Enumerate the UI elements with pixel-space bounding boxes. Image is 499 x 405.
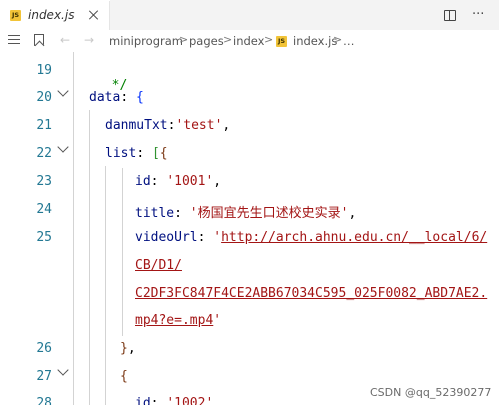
code-line-25: videoUrl: 'http://arch.ahnu.edu.cn/__loc… bbox=[135, 230, 487, 245]
bracket: } bbox=[120, 341, 128, 356]
breadcrumb-item-index-js[interactable]: index.js bbox=[293, 34, 337, 48]
code-line-21: danmuTxt:'test', bbox=[105, 118, 230, 133]
breadcrumb-separator: > bbox=[223, 33, 233, 46]
code-line-27: { bbox=[120, 369, 128, 384]
js-file-icon: JS bbox=[10, 10, 21, 21]
bookmark-icon[interactable] bbox=[34, 34, 44, 46]
code-line-26: }, bbox=[120, 341, 136, 356]
property-key: id bbox=[135, 396, 151, 405]
string-value: '1002' bbox=[166, 396, 214, 405]
line-number: 22 bbox=[36, 146, 52, 161]
property-key: list bbox=[105, 146, 137, 161]
colon: : bbox=[120, 90, 136, 105]
js-file-icon: JS bbox=[276, 36, 287, 47]
string-quote: ' bbox=[213, 313, 222, 328]
tab-index-js[interactable]: JS index.js bbox=[0, 0, 110, 30]
comma: , bbox=[222, 118, 231, 133]
line-number: 28 bbox=[36, 396, 52, 405]
colon: : bbox=[150, 174, 167, 189]
code-line-25-wrap: mp4?e=.mp4' bbox=[135, 313, 221, 328]
breadcrumb-item-miniprogram[interactable]: miniprogram bbox=[109, 34, 183, 48]
code-line-25-wrap: CB/D1/ bbox=[135, 258, 182, 273]
bracket: { bbox=[159, 146, 168, 161]
close-icon[interactable] bbox=[86, 7, 102, 23]
line-number: 27 bbox=[36, 369, 52, 384]
property-key: title bbox=[135, 206, 175, 221]
code-line-20: data: { bbox=[89, 90, 144, 105]
code-line-25-wrap: C2DF3FC847F4CE2ABB67034C595_025F0082_ABD… bbox=[135, 286, 487, 301]
colon: : bbox=[197, 230, 214, 245]
code-line-23: id: '1001', bbox=[135, 174, 221, 189]
comma: , bbox=[127, 341, 136, 356]
forward-arrow-icon[interactable]: → bbox=[84, 33, 94, 47]
line-number: 21 bbox=[36, 118, 52, 133]
code-line-22: list: [{ bbox=[105, 146, 168, 161]
property-key: danmuTxt bbox=[105, 118, 168, 133]
breadcrumb-item-more[interactable]: … bbox=[343, 34, 355, 48]
property-key: videoUrl bbox=[135, 230, 198, 245]
code-line-19: */ bbox=[96, 63, 128, 93]
code-line-24: title: '杨国宜先生口述校史实录', bbox=[135, 202, 356, 221]
indent-guide bbox=[89, 110, 90, 405]
line-number: 25 bbox=[36, 230, 52, 245]
breadcrumb-separator: > bbox=[333, 33, 343, 46]
url-link[interactable]: mp4?e=.mp4 bbox=[135, 313, 213, 328]
breadcrumb-item-index[interactable]: index bbox=[233, 34, 264, 48]
bracket: [ bbox=[151, 146, 160, 161]
breadcrumb-separator: > bbox=[179, 33, 189, 46]
line-number: 24 bbox=[36, 202, 52, 217]
property-key: id bbox=[135, 174, 151, 189]
line-number: 20 bbox=[36, 90, 52, 105]
colon: : bbox=[136, 146, 152, 161]
colon: : bbox=[174, 206, 190, 221]
comma: , bbox=[213, 174, 222, 189]
outline-list-icon[interactable] bbox=[8, 35, 20, 45]
string-value: '1001' bbox=[166, 174, 214, 189]
more-actions-icon[interactable]: ··· bbox=[472, 7, 484, 22]
code-editor[interactable] bbox=[0, 52, 499, 405]
split-editor-icon[interactable] bbox=[444, 10, 456, 21]
url-link[interactable]: CB/D1/ bbox=[135, 258, 182, 273]
bracket: { bbox=[135, 90, 144, 105]
indent-guide bbox=[73, 52, 74, 405]
indent-guide bbox=[105, 166, 106, 405]
string-value: 'test' bbox=[175, 118, 223, 133]
watermark: CSDN @qq_52390277 bbox=[370, 386, 492, 399]
url-link[interactable]: C2DF3FC847F4CE2ABB67034C595_025F0082_ABD… bbox=[135, 286, 487, 301]
indent-guide bbox=[122, 168, 123, 336]
string-quote: ' bbox=[213, 230, 222, 245]
tab-label: index.js bbox=[28, 8, 75, 22]
line-number: 23 bbox=[36, 174, 52, 189]
colon: : bbox=[150, 396, 167, 405]
property-key: data bbox=[89, 90, 121, 105]
url-link[interactable]: http://arch.ahnu.edu.cn/__local/6/ bbox=[221, 230, 487, 245]
comma: , bbox=[348, 206, 357, 221]
code-line-28: id: '1002' bbox=[135, 396, 213, 405]
bracket: { bbox=[120, 369, 128, 384]
string-value: '杨国宜先生口述校史实录' bbox=[189, 206, 349, 221]
line-number: 19 bbox=[36, 63, 52, 78]
back-arrow-icon[interactable]: ← bbox=[60, 33, 70, 47]
line-number: 26 bbox=[36, 341, 52, 356]
breadcrumb-separator: > bbox=[264, 33, 274, 46]
breadcrumb-item-pages[interactable]: pages bbox=[189, 34, 224, 48]
